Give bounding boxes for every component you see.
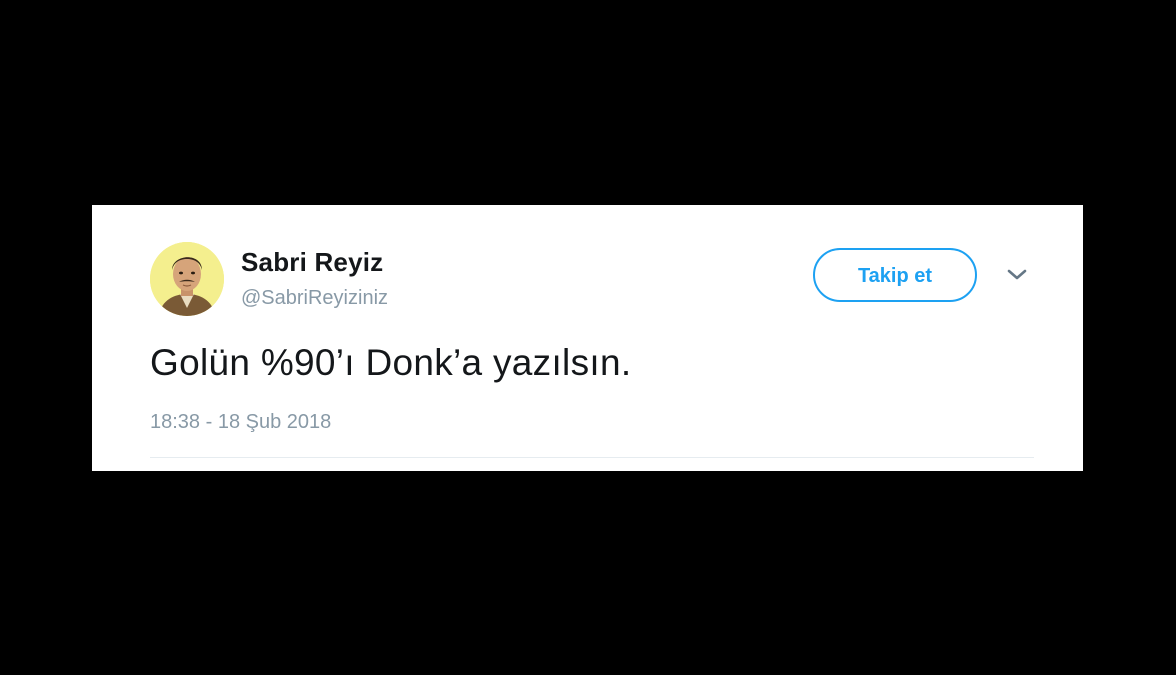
tweet-card: Sabri Reyiz @SabriReyiziniz Takip et Gol… xyxy=(92,205,1083,471)
tweet-text: Golün %90’ı Donk’a yazılsın. xyxy=(150,342,632,383)
chevron-down-icon[interactable] xyxy=(1004,267,1030,283)
display-name[interactable]: Sabri Reyiz xyxy=(241,247,383,278)
follow-button[interactable]: Takip et xyxy=(813,248,977,302)
tweet-timestamp[interactable]: 18:38 - 18 Şub 2018 xyxy=(150,411,331,434)
screen: Sabri Reyiz @SabriReyiziniz Takip et Gol… xyxy=(0,0,1176,675)
avatar[interactable] xyxy=(150,242,224,316)
user-handle[interactable]: @SabriReyiziniz xyxy=(241,287,388,310)
chevron-down-icon-glyph xyxy=(1007,269,1027,280)
divider xyxy=(150,457,1034,458)
avatar-illustration xyxy=(150,242,224,316)
